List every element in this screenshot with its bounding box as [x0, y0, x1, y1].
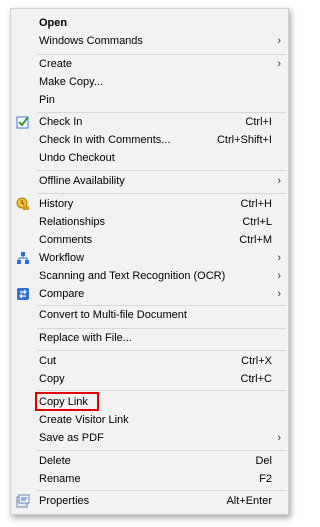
menu-item-label: Windows Commands: [39, 35, 143, 47]
menu-item-label: Delete: [39, 455, 71, 467]
menu-item-label: Undo Checkout: [39, 152, 115, 164]
menu-item-label: Properties: [39, 495, 90, 507]
menu-item-history[interactable]: History Ctrl+H: [11, 195, 288, 213]
check-in-icon: [16, 116, 29, 129]
shortcut-text: Ctrl+H: [240, 198, 272, 210]
menu-item-label: Copy: [39, 373, 65, 385]
shortcut-text: F2: [259, 473, 272, 485]
menu-item-pin[interactable]: Pin: [11, 91, 288, 109]
submenu-arrow-icon: ›: [277, 58, 281, 70]
menu-item-comments[interactable]: Comments Ctrl+M: [11, 231, 288, 249]
shortcut-text: Ctrl+Shift+I: [216, 134, 272, 146]
submenu-arrow-icon: ›: [277, 288, 281, 300]
shortcut-text: Ctrl+I: [245, 116, 272, 128]
menu-item-label: Check In with Comments...: [39, 134, 171, 146]
shortcut-text: Ctrl+C: [240, 373, 272, 385]
menu-item-label: Cut: [39, 355, 57, 367]
menu-item-cut[interactable]: Cut Ctrl+X: [11, 352, 288, 370]
menu-item-offline-availability[interactable]: Offline Availability ›: [11, 172, 288, 190]
menu-item-windows-commands[interactable]: Windows Commands ›: [11, 32, 288, 50]
menu-item-label: Relationships: [39, 216, 106, 228]
menu-item-label: Convert to Multi-file Document: [39, 309, 187, 321]
submenu-arrow-icon: ›: [277, 252, 281, 264]
history-icon: [16, 197, 29, 210]
shortcut-text: Alt+Enter: [226, 495, 272, 507]
menu-separator: [37, 193, 286, 194]
shortcut-text: Ctrl+L: [242, 216, 272, 228]
highlight-box: [35, 392, 99, 411]
menu-item-check-in-with-comments[interactable]: Check In with Comments... Ctrl+Shift+I: [11, 131, 288, 149]
menu-item-label: Comments: [39, 234, 93, 246]
menu-item-label: Create Visitor Link: [39, 414, 129, 426]
menu-item-workflow[interactable]: Workflow ›: [11, 249, 288, 267]
menu-item-label: History: [39, 198, 74, 210]
submenu-arrow-icon: ›: [277, 175, 281, 187]
menu-item-label: Make Copy...: [39, 76, 103, 88]
submenu-arrow-icon: ›: [277, 35, 281, 47]
menu-item-label: Scanning and Text Recognition (OCR): [39, 270, 226, 282]
menu-item-label: Check In: [39, 116, 83, 128]
submenu-arrow-icon: ›: [277, 432, 281, 444]
context-menu: Open Windows Commands › Create › Make Co…: [10, 8, 289, 515]
menu-item-label: Offline Availability: [39, 175, 125, 187]
shortcut-text: Ctrl+M: [239, 234, 272, 246]
compare-icon: [17, 288, 29, 300]
menu-item-label: Compare: [39, 288, 85, 300]
menu-item-properties[interactable]: Properties Alt+Enter: [11, 492, 288, 510]
menu-item-label: Workflow: [39, 252, 85, 264]
menu-item-copy[interactable]: Copy Ctrl+C: [11, 370, 288, 388]
menu-item-check-in[interactable]: Check In Ctrl+I: [11, 113, 288, 131]
menu-item-create[interactable]: Create ›: [11, 55, 288, 73]
menu-separator: [37, 490, 286, 491]
menu-item-label: Open: [39, 17, 68, 29]
menu-separator: [37, 450, 286, 451]
menu-item-rename[interactable]: Rename F2: [11, 470, 288, 488]
menu-item-make-copy[interactable]: Make Copy...: [11, 73, 288, 91]
shortcut-text: Del: [255, 455, 272, 467]
menu-item-save-as-pdf[interactable]: Save as PDF ›: [11, 429, 288, 447]
properties-icon: [16, 494, 30, 508]
menu-separator: [37, 170, 286, 171]
menu-item-relationships[interactable]: Relationships Ctrl+L: [11, 213, 288, 231]
menu-item-undo-checkout[interactable]: Undo Checkout: [11, 149, 288, 167]
menu-item-compare[interactable]: Compare ›: [11, 285, 288, 303]
submenu-arrow-icon: ›: [277, 270, 281, 282]
menu-separator: [37, 350, 286, 351]
menu-item-replace-with-file[interactable]: Replace with File...: [11, 329, 288, 347]
menu-item-open[interactable]: Open: [11, 14, 288, 32]
shortcut-text: Ctrl+X: [241, 355, 272, 367]
menu-item-label: Pin: [39, 94, 55, 106]
menu-separator: [37, 390, 286, 391]
menu-item-scanning-ocr[interactable]: Scanning and Text Recognition (OCR) ›: [11, 267, 288, 285]
workflow-icon: [17, 252, 29, 264]
menu-item-label: Save as PDF: [39, 432, 104, 444]
menu-item-label: Replace with File...: [39, 332, 132, 344]
menu-item-delete[interactable]: Delete Del: [11, 452, 288, 470]
menu-item-convert-multi-file[interactable]: Convert to Multi-file Document: [11, 306, 288, 324]
menu-item-label: Create: [39, 58, 73, 70]
menu-item-label: Rename: [39, 473, 81, 485]
menu-item-create-visitor-link[interactable]: Create Visitor Link: [11, 411, 288, 429]
